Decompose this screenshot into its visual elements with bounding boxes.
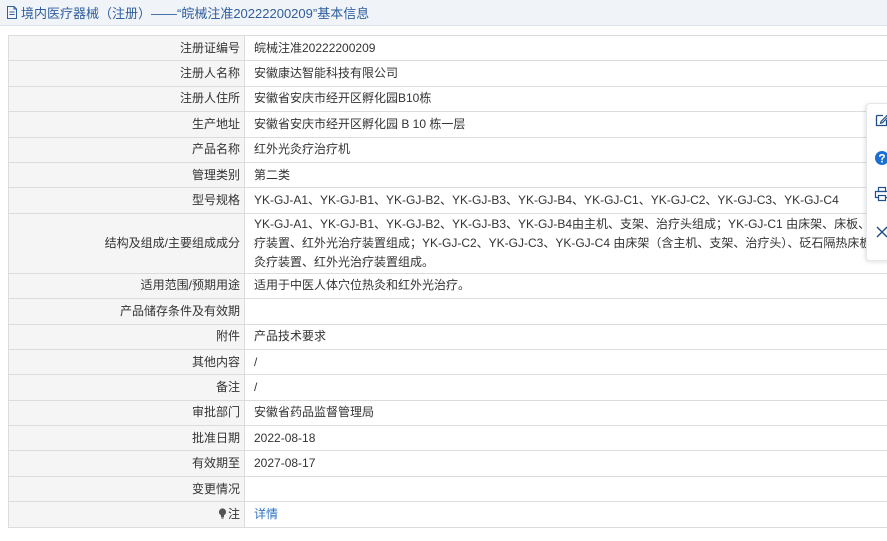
row-label: 注册证编号	[8, 34, 245, 62]
table-row: 注 详情	[8, 501, 887, 528]
row-label: 产品名称	[8, 136, 245, 163]
row-label: 结构及组成/主要组成成分	[8, 212, 245, 274]
row-label: 注册人住所	[8, 85, 245, 113]
row-label: 变更情况	[8, 475, 245, 503]
row-value: /	[244, 348, 887, 376]
close-icon[interactable]	[874, 224, 887, 240]
lightbulb-icon	[218, 506, 227, 519]
row-label: 生产地址	[8, 111, 245, 138]
row-value: 安徽省安庆市经开区孵化园 B 10 栋一层	[244, 111, 887, 138]
page-header: 境内医疗器械（注册）——“皖械注准20222200209”基本信息	[0, 0, 887, 26]
row-value: 产品技术要求	[244, 323, 887, 350]
table-row: 审批部门 安徽省药品监督管理局	[8, 399, 887, 427]
row-label: 有效期至	[8, 450, 245, 477]
table-row: 产品名称 红外光灸疗治疗机	[8, 136, 887, 163]
edit-icon[interactable]	[874, 112, 887, 128]
side-toolbar	[866, 103, 887, 261]
table-row: 其他内容 /	[8, 348, 887, 376]
table-row: 产品储存条件及有效期	[8, 298, 887, 325]
print-icon[interactable]	[874, 186, 887, 202]
note-label-cell: 注	[8, 501, 245, 528]
row-value: 皖械注准20222200209	[244, 34, 887, 62]
table-row: 管理类别 第二类	[8, 161, 887, 189]
row-value: 安徽省药品监督管理局	[244, 399, 887, 427]
row-value: 红外光灸疗治疗机	[244, 136, 887, 163]
table-row: 适用范围/预期用途 适用于中医人体穴位热灸和红外光治疗。	[8, 272, 887, 300]
row-label: 注	[227, 506, 240, 521]
row-label: 附件	[8, 323, 245, 350]
table-row: 附件 产品技术要求	[8, 323, 887, 350]
row-value: 2022-08-18	[244, 425, 887, 452]
row-value: 安徽省安庆市经开区孵化园B10栋	[244, 85, 887, 113]
row-label: 批准日期	[8, 425, 245, 452]
row-label: 注册人名称	[8, 60, 245, 87]
row-label: 产品储存条件及有效期	[8, 298, 245, 325]
row-value: 详情	[244, 501, 887, 528]
table-row: 有效期至 2027-08-17	[8, 450, 887, 477]
row-label: 备注	[8, 374, 245, 401]
row-value: 第二类	[244, 161, 887, 189]
row-value	[244, 475, 887, 503]
table-row: 注册人住所 安徽省安庆市经开区孵化园B10栋	[8, 85, 887, 113]
table-row: 注册证编号 皖械注准20222200209	[8, 34, 887, 62]
row-label: 管理类别	[8, 161, 245, 189]
table-row: 生产地址 安徽省安庆市经开区孵化园 B 10 栋一层	[8, 111, 887, 138]
help-icon[interactable]	[874, 150, 887, 166]
row-label: 适用范围/预期用途	[8, 272, 245, 300]
page-title: 境内医疗器械（注册）——“皖械注准20222200209”基本信息	[21, 6, 370, 21]
row-value	[244, 298, 887, 325]
table-row: 备注 /	[8, 374, 887, 401]
row-value: 适用于中医人体穴位热灸和红外光治疗。	[244, 272, 887, 300]
table-row: 批准日期 2022-08-18	[8, 425, 887, 452]
table-row: 结构及组成/主要组成成分 YK-GJ-A1、YK-GJ-B1、YK-GJ-B2、…	[8, 212, 887, 274]
document-icon	[6, 6, 18, 19]
row-value: 2027-08-17	[244, 450, 887, 477]
row-label: 型号规格	[8, 187, 245, 214]
row-value: 安徽康达智能科技有限公司	[244, 60, 887, 87]
row-label: 其他内容	[8, 348, 245, 376]
table-row: 注册人名称 安徽康达智能科技有限公司	[8, 60, 887, 87]
row-value: YK-GJ-A1、YK-GJ-B1、YK-GJ-B2、YK-GJ-B3、YK-G…	[244, 187, 887, 214]
row-value: /	[244, 374, 887, 401]
table-row: 型号规格 YK-GJ-A1、YK-GJ-B1、YK-GJ-B2、YK-GJ-B3…	[8, 187, 887, 214]
detail-table: 注册证编号 皖械注准20222200209 注册人名称 安徽康达智能科技有限公司…	[8, 34, 887, 528]
details-link[interactable]: 详情	[254, 507, 278, 521]
table-row: 变更情况	[8, 475, 887, 503]
row-value: YK-GJ-A1、YK-GJ-B1、YK-GJ-B2、YK-GJ-B3、YK-G…	[244, 212, 887, 274]
row-label: 审批部门	[8, 399, 245, 427]
